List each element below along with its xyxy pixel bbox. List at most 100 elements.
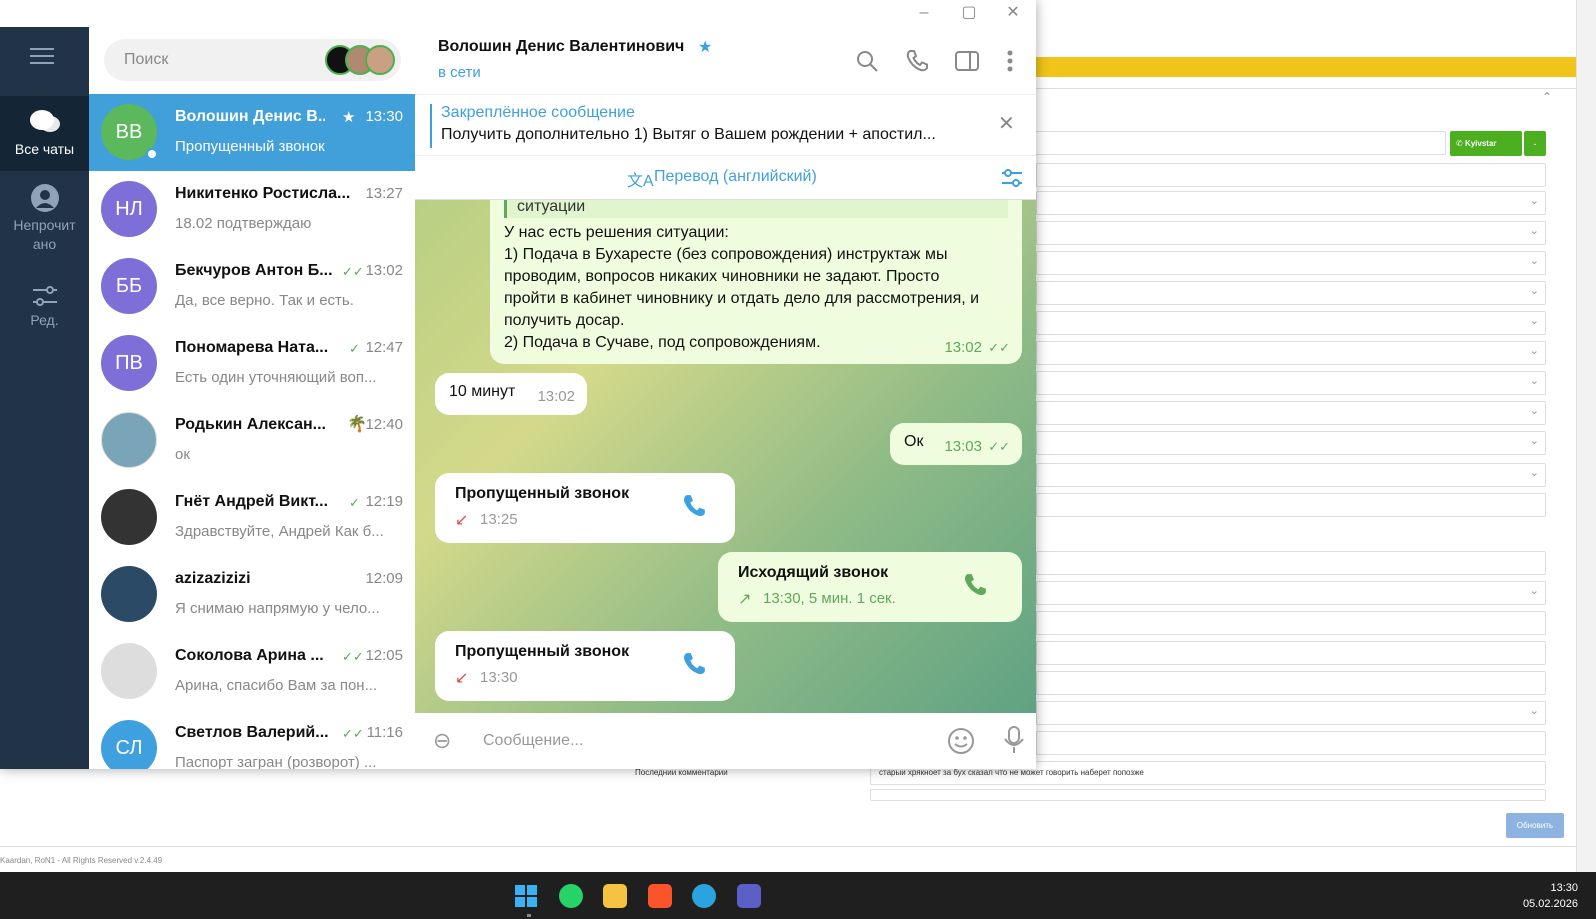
palm-tree-icon: 🌴 [347,416,367,433]
last-comment-label: Последнии комментарии [635,768,728,777]
message-outgoing[interactable]: Ок 13:03 ✓✓ [890,423,1022,465]
crm-divider [0,846,1576,847]
kyivstar-dropdown-button[interactable]: - [1524,131,1546,156]
microphone-icon[interactable] [1003,725,1025,760]
crm-select[interactable] [1036,581,1546,605]
crm-select[interactable] [1036,371,1546,395]
crm-select[interactable] [1036,311,1546,335]
chat-item[interactable]: azizazizizi 12:09 Я снимаю напрямую у че… [89,556,415,633]
message-time: 13:02 [944,339,982,356]
translate-settings-icon[interactable] [1000,167,1024,194]
stories-avatars[interactable] [325,45,397,75]
crm-status-bar [1036,57,1576,77]
crm-select[interactable] [1036,701,1546,725]
kyivstar-call-button[interactable]: ✆ Kyivstar [1450,131,1522,156]
chat-item[interactable]: ПВ Пономарева Ната... ✓ 12:47 Есть один … [89,325,415,402]
phone-icon: ✆ [1456,139,1465,148]
folder-all-chats[interactable]: Все чаты [0,96,89,171]
crm-date-field[interactable] [1036,671,1546,695]
update-button[interactable]: Обновить [1506,813,1564,838]
hamburger-menu-icon[interactable] [30,48,56,68]
message-incoming[interactable]: 10 минут 13:02 [435,373,587,415]
crm-field[interactable] [1036,641,1546,665]
brave-browser-icon[interactable] [648,884,672,908]
chat-item[interactable]: НЛ Никитенко Ростисла... 13:27 18.02 под… [89,171,415,248]
crm-select[interactable] [1036,401,1546,425]
double-check-icon: ✓✓ [988,439,1010,454]
attach-icon[interactable]: ⊘ [427,725,458,756]
translate-label: Перевод (английский) [654,168,817,185]
avatar [101,566,157,622]
close-window-icon[interactable]: ✕ [1001,2,1025,24]
crm-field[interactable] [1036,163,1546,187]
online-indicator [146,148,158,160]
taskbar [0,872,1596,919]
chat-item[interactable]: Гнёт Андрей Викт... ✓ 12:19 Здравствуйте… [89,479,415,556]
crm-select[interactable] [1036,281,1546,305]
pinned-message-bar[interactable]: Закреплённое сообщение Получить дополнит… [415,96,1036,156]
sidebar-toggle-icon[interactable] [955,50,979,77]
phone-icon[interactable] [681,651,709,679]
avatar [101,643,157,699]
call-message-missed[interactable]: Пропущенный звонок ↙ 13:30 [435,631,735,701]
crm-field[interactable] [1036,551,1546,575]
telegram-icon[interactable] [692,884,716,908]
phone-call-icon[interactable] [905,49,929,78]
chat-item[interactable]: ВВ Волошин Денис В... ★ 13:30 Пропущенны… [89,94,415,171]
crm-select[interactable] [1036,251,1546,275]
minimize-icon[interactable]: – [912,2,936,24]
phone-icon[interactable] [962,572,990,600]
crm-select[interactable] [1036,431,1546,455]
maximize-icon[interactable]: ▢ [957,2,981,24]
chat-item[interactable]: Соколова Арина ... ✓✓ 12:05 Арина, спаси… [89,633,415,710]
avatar [101,489,157,545]
crm-field[interactable] [870,789,1546,801]
chat-item[interactable]: Родькин Алексан... 🌴 12:40 ок [89,402,415,479]
check-icon: ✓ [349,495,360,510]
windows-start-icon[interactable] [514,884,538,908]
crm-footer: Kaardan, RoN1 - All Rights Reserved v.2.… [0,856,163,865]
chat-item[interactable]: СЛ Светлов Валерий... ✓✓ 11:16 Паспорт з… [89,710,415,769]
chat-messages-area[interactable]: ситуации У нас есть решения ситуации: 1)… [415,200,1036,713]
crm-field[interactable] [1036,731,1546,755]
folder-edit[interactable]: Ред. [0,283,89,328]
translate-icon: 文A [627,173,654,190]
pinned-text: Получить дополнительно 1) Вытяг о Вашем … [441,126,936,143]
crm-select[interactable] [1036,221,1546,245]
more-options-icon[interactable] [1006,49,1014,78]
emoji-icon[interactable] [947,727,975,760]
crm-field[interactable] [1036,611,1546,635]
crm-select[interactable] [1036,341,1546,365]
search-icon[interactable] [855,49,879,78]
crm-select[interactable] [1036,463,1546,487]
crm-collapse-icon[interactable]: ⌃ [1542,90,1552,104]
crm-select[interactable] [1036,191,1546,215]
outgoing-call-arrow-icon: ↗ [738,591,752,608]
call-message-outgoing[interactable]: Исходящий звонок ↗ 13:30, 5 мин. 1 сек. [718,552,1022,622]
crm-scrollbar[interactable] [1576,0,1596,872]
call-message-missed[interactable]: Пропущенный звонок ↙ 13:25 [435,473,735,543]
system-clock[interactable]: 13:30 05.02.2026 [1523,880,1578,912]
chat-item[interactable]: ББ Бекчуров Антон Б... ✓✓ 13:02 Да, все … [89,248,415,325]
crm-field[interactable] [1036,493,1546,517]
pinned-title: Закреплённое сообщение [441,104,635,121]
chat-status: в сети [438,64,481,81]
star-icon: ★ [342,109,356,126]
whatsapp-icon[interactable] [559,884,583,908]
file-explorer-icon[interactable] [603,884,627,908]
message-outgoing[interactable]: ситуации У нас есть решения ситуации: 1)… [490,200,1022,364]
teams-icon[interactable] [737,884,761,908]
person-icon [0,183,89,216]
phone-icon[interactable] [681,493,709,521]
avatar: СЛ [101,720,157,769]
message-input[interactable]: Сообщение... [483,713,903,769]
chat-header[interactable]: Волошин Денис Валентинович ★ в сети [415,27,1036,95]
avatar: НЛ [101,181,157,237]
close-icon[interactable]: ✕ [998,111,1015,136]
folder-unread[interactable]: Непрочит ано [0,183,89,253]
chats-icon [0,108,89,139]
reply-quote: ситуации [504,200,1008,218]
translate-bar[interactable]: 文A Перевод (английский) [415,157,1036,200]
double-check-icon: ✓✓ [342,726,364,741]
window-titlebar: – ▢ ✕ [408,0,1036,27]
